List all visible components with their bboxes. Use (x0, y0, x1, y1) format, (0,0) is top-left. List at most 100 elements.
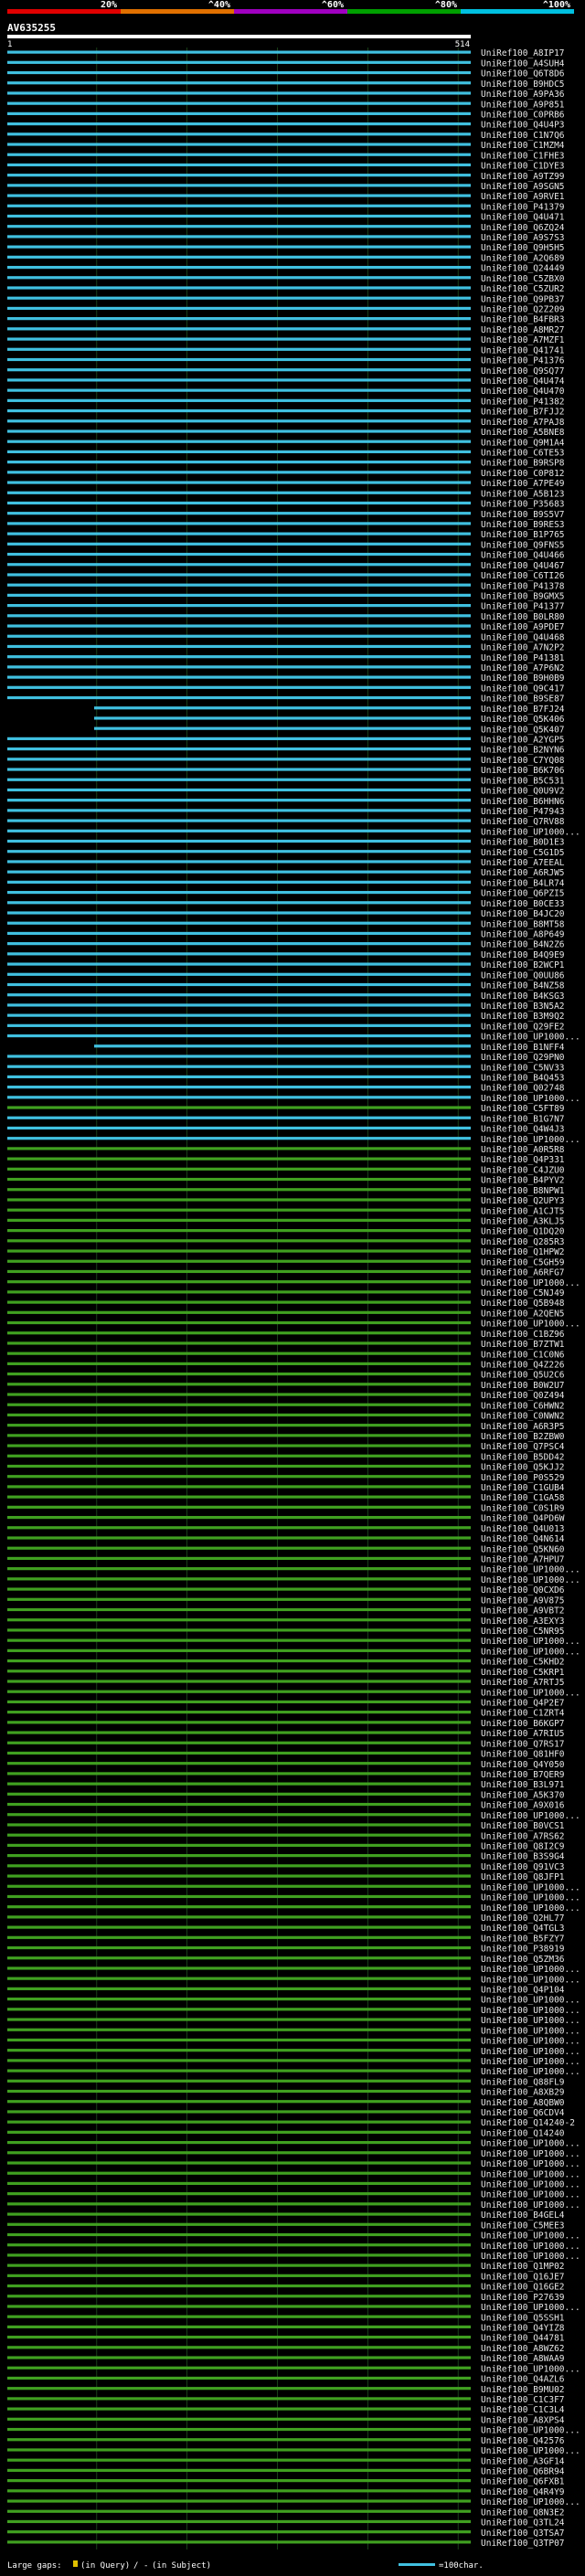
subject-label[interactable]: UniRef100_A7PAJ8 (481, 418, 565, 428)
subject-label[interactable]: UniRef100_B0D1E3 (481, 838, 565, 848)
subject-label[interactable]: UniRef100_B1G7N7 (481, 1114, 565, 1124)
subject-label[interactable]: UniRef100_B4FBR3 (481, 315, 565, 325)
subject-label[interactable]: UniRef100_UP1000... (481, 2067, 580, 2077)
subject-label[interactable]: UniRef100_C5GH59 (481, 1257, 565, 1267)
subject-label[interactable]: UniRef100_C1FHE3 (481, 151, 565, 161)
subject-label[interactable]: UniRef100_UP1000... (481, 1033, 580, 1043)
subject-label[interactable]: UniRef100_UP1000... (481, 2037, 580, 2047)
subject-label[interactable]: UniRef100_UP1000... (481, 2016, 580, 2026)
subject-label[interactable]: UniRef100_Q14240 (481, 2128, 565, 2138)
subject-label[interactable]: UniRef100_A9PA36 (481, 90, 565, 100)
subject-label[interactable]: UniRef100_Q1HPW2 (481, 1247, 565, 1257)
subject-label[interactable]: UniRef100_B4N2Z6 (481, 940, 565, 950)
subject-label[interactable]: UniRef100_UP1000... (481, 1094, 580, 1104)
subject-label[interactable]: UniRef100_C5NV33 (481, 1063, 565, 1073)
subject-label[interactable]: UniRef100_Q5ZM36 (481, 1955, 565, 1965)
subject-label[interactable]: UniRef100_UP1000... (481, 1811, 580, 1821)
subject-label[interactable]: UniRef100_A2Q689 (481, 253, 565, 263)
subject-label[interactable]: UniRef100_Q41741 (481, 345, 565, 355)
subject-label[interactable]: UniRef100_Q7PSC4 (481, 1442, 565, 1452)
subject-label[interactable]: UniRef100_UP1000... (481, 2180, 580, 2190)
subject-label[interactable]: UniRef100_Q6ZQ24 (481, 223, 565, 233)
subject-label[interactable]: UniRef100_UP1000... (481, 827, 580, 837)
subject-label[interactable]: UniRef100_B0LR80 (481, 612, 565, 622)
subject-label[interactable]: UniRef100_Q4U470 (481, 387, 565, 397)
subject-label[interactable]: UniRef100_A7RS62 (481, 1831, 565, 1841)
subject-label[interactable]: UniRef100_C0PRB6 (481, 110, 565, 120)
subject-label[interactable]: UniRef100_C5KRP1 (481, 1668, 565, 1678)
subject-label[interactable]: UniRef100_P0S529 (481, 1473, 565, 1483)
subject-label[interactable]: UniRef100_B9HDC5 (481, 80, 565, 90)
subject-label[interactable]: UniRef100_Q4P331 (481, 1155, 565, 1165)
subject-label[interactable]: UniRef100_Q4U474 (481, 376, 565, 387)
subject-label[interactable]: UniRef100_Q3TSA7 (481, 2528, 565, 2539)
subject-label[interactable]: UniRef100_B5C531 (481, 776, 565, 786)
subject-label[interactable]: UniRef100_C1C0N6 (481, 1350, 565, 1360)
subject-label[interactable]: UniRef100_B2WCP1 (481, 960, 565, 970)
subject-label[interactable]: UniRef100_B7FJJ2 (481, 408, 565, 418)
subject-label[interactable]: UniRef100_Q0UU86 (481, 970, 565, 981)
subject-label[interactable]: UniRef100_C5KHD2 (481, 1658, 565, 1668)
subject-label[interactable]: UniRef100_A3KLJ5 (481, 1216, 565, 1226)
subject-label[interactable]: UniRef100_UP1000... (481, 2231, 580, 2242)
subject-label[interactable]: UniRef100_Q88FL9 (481, 2077, 565, 2087)
subject-label[interactable]: UniRef100_UP1000... (481, 1135, 580, 1145)
subject-label[interactable]: UniRef100_P41378 (481, 581, 565, 591)
subject-label[interactable]: UniRef100_A9VBT2 (481, 1606, 565, 1617)
subject-label[interactable]: UniRef100_C5NJ49 (481, 1288, 565, 1299)
subject-label[interactable]: UniRef100_A5B123 (481, 489, 565, 499)
subject-label[interactable]: UniRef100_UP1000... (481, 1565, 580, 1575)
subject-label[interactable]: UniRef100_C1DYE3 (481, 162, 565, 172)
subject-label[interactable]: UniRef100_B5DD42 (481, 1452, 565, 1462)
subject-label[interactable]: UniRef100_UP1000... (481, 2006, 580, 2016)
subject-label[interactable]: UniRef100_C5FT89 (481, 1104, 565, 1114)
subject-label[interactable]: UniRef100_A2YGP5 (481, 735, 565, 745)
subject-label[interactable]: UniRef100_Q4P104 (481, 1985, 565, 1995)
subject-label[interactable]: UniRef100_Q6T8D6 (481, 69, 565, 80)
subject-label[interactable]: UniRef100_Q5K407 (481, 725, 565, 735)
subject-label[interactable]: UniRef100_B9RSP8 (481, 459, 565, 469)
subject-label[interactable]: UniRef100_UP1000... (481, 2446, 580, 2456)
subject-label[interactable]: UniRef100_P35683 (481, 500, 565, 510)
subject-label[interactable]: UniRef100_P41376 (481, 356, 565, 366)
subject-label[interactable]: UniRef100_Q4U466 (481, 551, 565, 561)
subject-label[interactable]: UniRef100_Q2UPY3 (481, 1196, 565, 1206)
subject-label[interactable]: UniRef100_A9TZ99 (481, 172, 565, 182)
subject-label[interactable]: UniRef100_A8WZ62 (481, 2344, 565, 2354)
subject-label[interactable]: UniRef100_B6HHN6 (481, 797, 565, 807)
subject-label[interactable]: UniRef100_UP1000... (481, 2190, 580, 2200)
subject-label[interactable]: UniRef100_UP1000... (481, 2139, 580, 2149)
subject-label[interactable]: UniRef100_C7YQ08 (481, 756, 565, 766)
subject-label[interactable]: UniRef100_UP1000... (481, 2200, 580, 2210)
subject-label[interactable]: UniRef100_B4LR74 (481, 878, 565, 888)
subject-label[interactable]: UniRef100_Q3TP07 (481, 2539, 565, 2549)
subject-label[interactable]: UniRef100_B4Q453 (481, 1074, 565, 1084)
subject-label[interactable]: UniRef100_B4KSG3 (481, 991, 565, 1002)
subject-label[interactable]: UniRef100_C6TE53 (481, 449, 565, 459)
subject-label[interactable]: UniRef100_C0P812 (481, 469, 565, 479)
subject-label[interactable]: UniRef100_B1NFF4 (481, 1043, 565, 1053)
subject-label[interactable]: UniRef100_C5G1D5 (481, 848, 565, 858)
subject-label[interactable]: UniRef100_B8MT58 (481, 919, 565, 929)
subject-label[interactable]: UniRef100_Q4R4Y9 (481, 2487, 565, 2497)
subject-label[interactable]: UniRef100_UP1000... (481, 1647, 580, 1657)
subject-label[interactable]: UniRef100_A5K370 (481, 1790, 565, 1800)
subject-label[interactable]: UniRef100_Q7RS17 (481, 1739, 565, 1749)
subject-label[interactable]: UniRef100_UP1000... (481, 2169, 580, 2179)
subject-label[interactable]: UniRef100_A9SGN5 (481, 182, 565, 192)
subject-label[interactable]: UniRef100_P41382 (481, 397, 565, 407)
subject-label[interactable]: UniRef100_Q6CDV4 (481, 2108, 565, 2118)
subject-label[interactable]: UniRef100_Q4Y050 (481, 1760, 565, 1770)
subject-label[interactable]: UniRef100_UP1000... (481, 1575, 580, 1585)
subject-label[interactable]: UniRef100_A8XB29 (481, 2088, 565, 2098)
subject-label[interactable]: UniRef100_UP1000... (481, 2303, 580, 2313)
subject-label[interactable]: UniRef100_Q4U467 (481, 561, 565, 571)
subject-label[interactable]: UniRef100_Q8I2C9 (481, 1841, 565, 1851)
subject-label[interactable]: UniRef100_UP1000... (481, 1903, 580, 1913)
subject-label[interactable]: UniRef100_B9SE87 (481, 694, 565, 705)
subject-label[interactable]: UniRef100_A5BNE8 (481, 428, 565, 438)
subject-label[interactable]: UniRef100_B5FZY7 (481, 1934, 565, 1944)
subject-label[interactable]: UniRef100_A3GF14 (481, 2456, 565, 2466)
subject-label[interactable]: UniRef100_Q8N3E2 (481, 2507, 565, 2518)
subject-label[interactable]: UniRef100_UP1000... (481, 1882, 580, 1892)
